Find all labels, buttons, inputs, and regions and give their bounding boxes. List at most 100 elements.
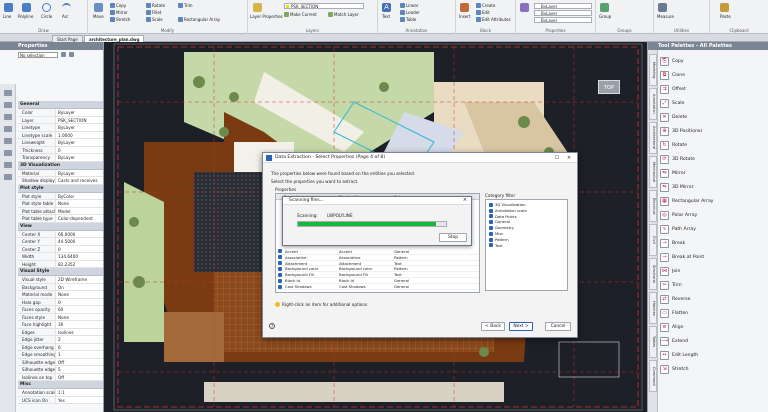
palette-tool[interactable]: ⤢ Scale bbox=[660, 96, 768, 110]
tab-architecture-plan[interactable]: architecture_plan.dwg bbox=[84, 35, 145, 42]
property-value[interactable]: Color-dependent bbox=[56, 215, 103, 222]
property-row[interactable]: Faces style None bbox=[18, 313, 103, 321]
property-row[interactable]: Silhouette edges width5 bbox=[18, 366, 103, 374]
property-value[interactable]: None bbox=[56, 291, 103, 298]
property-row[interactable]: UCS icon On Yes bbox=[18, 396, 103, 404]
insert-block-icon[interactable] bbox=[460, 3, 469, 12]
line-icon[interactable] bbox=[4, 3, 13, 12]
polyline-icon[interactable] bbox=[22, 3, 31, 12]
property-row[interactable]: Center Y 44.5000 bbox=[18, 238, 103, 246]
row-checkbox[interactable] bbox=[276, 260, 284, 266]
paste-button[interactable]: Paste bbox=[720, 14, 731, 19]
property-row[interactable]: Faces opacity 60 bbox=[18, 306, 103, 314]
copy-button[interactable]: Copy bbox=[110, 3, 126, 8]
insert-button[interactable]: Insert bbox=[459, 14, 470, 19]
palette-tab[interactable]: Command bbox=[649, 360, 657, 392]
property-value[interactable]: Off bbox=[56, 373, 103, 380]
lineweight-dropdown[interactable]: ByLayer bbox=[534, 10, 592, 16]
property-row[interactable]: Plot table type Color-dependent bbox=[18, 215, 103, 223]
property-value[interactable]: 66.0000 bbox=[56, 230, 103, 237]
row-checkbox[interactable] bbox=[276, 249, 284, 254]
category-item[interactable]: Text bbox=[486, 243, 567, 249]
palette-tool[interactable]: ▦ Rectangular Array bbox=[660, 194, 768, 208]
back-button[interactable]: < Back bbox=[481, 322, 505, 331]
property-row[interactable]: Transparency ByLayer bbox=[18, 154, 103, 162]
palette-tool[interactable]: ⊸ Break bbox=[660, 236, 768, 250]
property-value[interactable]: 2 bbox=[56, 336, 103, 343]
property-value[interactable]: 30 bbox=[56, 321, 103, 328]
leader-button[interactable]: Leader bbox=[400, 10, 420, 15]
palette-tool[interactable]: ✂ Trim bbox=[660, 278, 768, 292]
property-value[interactable]: ByLayer bbox=[56, 124, 103, 131]
close-icon[interactable]: × bbox=[563, 153, 575, 163]
property-row[interactable]: Thickness 0 bbox=[18, 146, 103, 154]
property-value[interactable]: None bbox=[56, 313, 103, 320]
color-dropdown[interactable]: ByLayer bbox=[534, 3, 592, 9]
rotate-button[interactable]: Rotate bbox=[146, 3, 165, 8]
measure-icon[interactable] bbox=[658, 3, 667, 12]
property-row[interactable]: Linetype ByLayer bbox=[18, 124, 103, 132]
property-row[interactable]: Halo gap 0 bbox=[18, 298, 103, 306]
property-value[interactable]: On bbox=[56, 283, 103, 290]
rectangular-array-button[interactable]: Rectangular Array bbox=[178, 17, 220, 22]
property-value[interactable]: 5 bbox=[56, 366, 103, 373]
property-row[interactable]: Isolines on top Off bbox=[18, 373, 103, 381]
viewcube[interactable]: TOP bbox=[598, 80, 620, 94]
row-checkbox[interactable] bbox=[276, 266, 284, 271]
row-checkbox[interactable] bbox=[276, 284, 284, 289]
property-row[interactable]: Annotation scale 1:1 bbox=[18, 389, 103, 397]
property-value[interactable]: 134.6400 bbox=[56, 253, 103, 260]
palette-tool[interactable]: ⇉ Offset bbox=[660, 82, 768, 96]
property-section-header[interactable]: Visual Style bbox=[18, 268, 103, 276]
palette-tab[interactable]: Electrical bbox=[649, 190, 657, 222]
category-checkbox[interactable] bbox=[489, 231, 493, 236]
property-section-header[interactable]: General bbox=[18, 101, 103, 109]
side-tool-icon[interactable] bbox=[4, 138, 12, 144]
palette-tab[interactable]: Structural bbox=[649, 258, 657, 290]
palette-tool[interactable]: ⟶ Extend bbox=[660, 334, 768, 348]
category-checkbox[interactable] bbox=[489, 226, 493, 231]
paste-icon[interactable] bbox=[720, 3, 729, 12]
palette-tool[interactable]: ⇄ Reverse bbox=[660, 292, 768, 306]
property-section-header[interactable]: Misc bbox=[18, 381, 103, 389]
property-value[interactable]: ByColor bbox=[56, 192, 103, 199]
palette-tab[interactable]: Annotation bbox=[649, 88, 657, 120]
property-value[interactable]: PSK_SECTION bbox=[56, 116, 103, 123]
row-checkbox[interactable] bbox=[276, 272, 284, 277]
palette-tool[interactable]: ⟳ 3D Rotate bbox=[660, 152, 768, 166]
palette-tool[interactable]: ⋈ Join bbox=[660, 264, 768, 278]
group-icon[interactable] bbox=[600, 3, 609, 12]
stretch-button[interactable]: Stretch bbox=[110, 17, 130, 22]
palette-tool[interactable]: ≡ Align bbox=[660, 320, 768, 334]
palette-tab[interactable]: Mechanical bbox=[649, 156, 657, 188]
property-value[interactable]: Off bbox=[56, 358, 103, 365]
tab-start-page[interactable]: Start Page bbox=[52, 35, 83, 42]
circle-icon[interactable] bbox=[42, 3, 51, 12]
property-value[interactable]: 1.0000 bbox=[56, 131, 103, 138]
palette-tool[interactable]: ✕ Delete bbox=[660, 110, 768, 124]
category-checkbox[interactable] bbox=[489, 237, 493, 242]
property-value[interactable]: 44.5000 bbox=[56, 238, 103, 245]
palette-tool[interactable]: ⊕ 3D Positioner bbox=[660, 124, 768, 138]
property-value[interactable]: 0 bbox=[56, 245, 103, 252]
group-button[interactable]: Group bbox=[599, 14, 611, 19]
property-value[interactable]: ByLayer bbox=[56, 154, 103, 161]
property-value[interactable]: Yes bbox=[56, 396, 103, 403]
fillet-button[interactable]: Fillet bbox=[146, 10, 161, 15]
property-section-header[interactable]: Plot style bbox=[18, 184, 103, 193]
next-button[interactable]: Next > bbox=[509, 322, 533, 331]
selection-dropdown[interactable]: No selection bbox=[18, 51, 58, 58]
property-value[interactable]: ByLayer bbox=[56, 169, 103, 176]
property-list-row[interactable]: Cast Shadows Cast Shadows General bbox=[276, 284, 479, 290]
palette-tool[interactable]: ∿ Path Array bbox=[660, 222, 768, 236]
property-row[interactable]: Silhouette edges Off bbox=[18, 358, 103, 366]
move-icon[interactable] bbox=[94, 3, 103, 12]
property-value[interactable]: 82.2352 bbox=[56, 260, 103, 267]
quick-select-icon[interactable] bbox=[61, 52, 66, 57]
palette-tab[interactable]: Architectural bbox=[649, 122, 657, 154]
property-row[interactable]: Height 82.2352 bbox=[18, 260, 103, 268]
side-tool-icon[interactable] bbox=[4, 114, 12, 120]
text-icon[interactable]: A bbox=[382, 3, 391, 12]
property-row[interactable]: Plot style table None bbox=[18, 200, 103, 208]
property-value[interactable]: None bbox=[56, 200, 103, 207]
